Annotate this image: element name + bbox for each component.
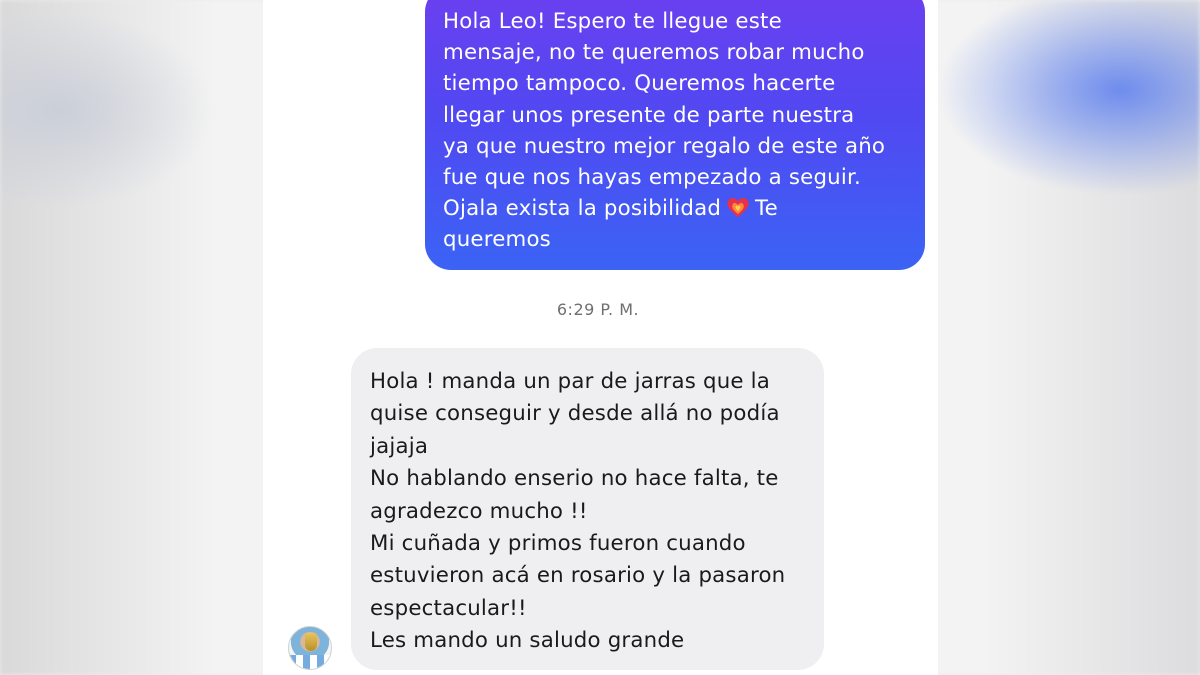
heart-on-fire-icon [725,195,751,219]
incoming-message-text: Hola ! manda un par de jarras que la qui… [370,369,786,654]
avatar-trophy-icon [305,633,317,651]
incoming-message-bubble[interactable]: Hola ! manda un par de jarras que la qui… [351,348,824,670]
message-timestamp: 6:29 P. M. [556,300,640,319]
avatar-jersey [289,655,331,669]
outgoing-message-text: Hola Leo! Espero te llegue este mensaje,… [443,9,886,222]
outgoing-message-bubble[interactable]: Hola Leo! Espero te llegue este mensaje,… [425,0,925,270]
contact-avatar[interactable] [288,626,332,670]
